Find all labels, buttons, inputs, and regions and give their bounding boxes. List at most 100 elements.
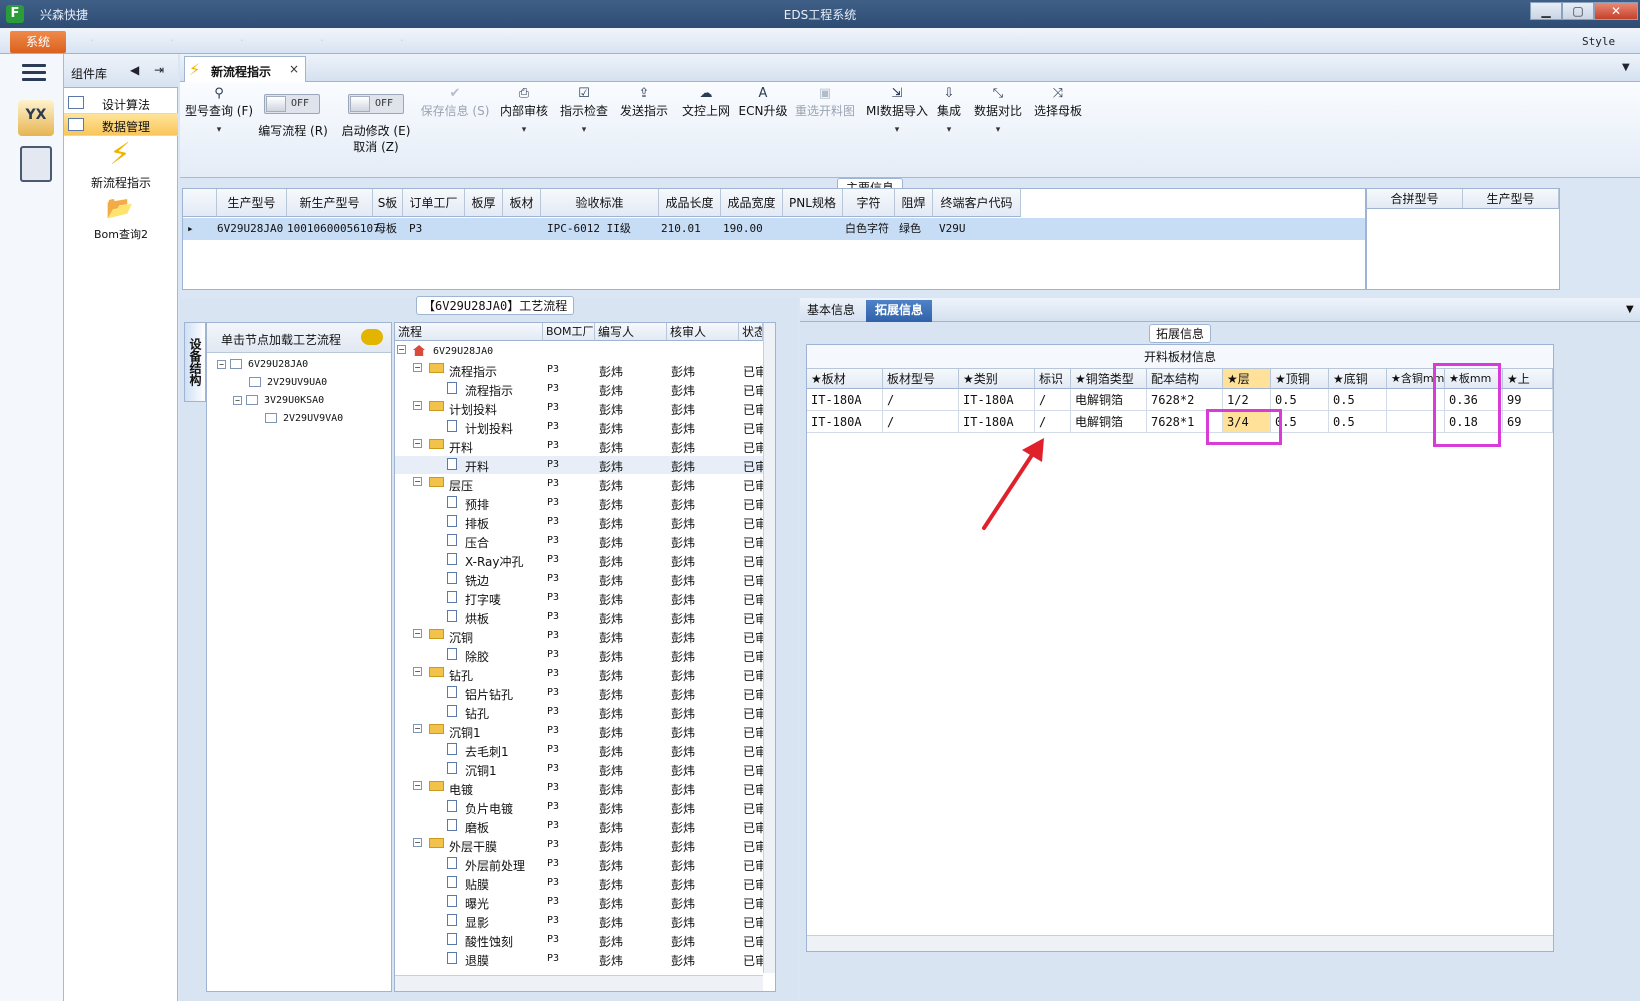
- cell-new-model[interactable]: 10010600056107: [287, 219, 380, 239]
- column-header[interactable]: ★板材: [807, 369, 883, 389]
- material-cell[interactable]: 0.5: [1329, 389, 1387, 411]
- column-header[interactable]: BOM工厂: [543, 323, 595, 341]
- collapse-icon[interactable]: −: [413, 781, 422, 790]
- tree-step-row[interactable]: 磨板 P3 彭炜 彭炜 已审核: [395, 817, 765, 835]
- material-cell[interactable]: /: [1035, 411, 1071, 433]
- material-cell[interactable]: IT-180A: [807, 411, 883, 433]
- column-header[interactable]: 板材: [503, 189, 541, 217]
- tree-step-row[interactable]: 负片电镀 P3 彭炜 彭炜 已审核: [395, 798, 765, 816]
- column-header[interactable]: 阻焊: [895, 189, 933, 217]
- checkbox-icon[interactable]: [265, 413, 277, 423]
- tree-step-row[interactable]: 烘板 P3 彭炜 彭炜 已审核: [395, 608, 765, 626]
- column-header[interactable]: ★底铜: [1329, 369, 1387, 389]
- tree-folder-row[interactable]: − 沉铜1 P3 彭炜 彭炜 已审核: [395, 722, 765, 740]
- save-info-button[interactable]: ✔ 保存信息 (S): [420, 86, 490, 119]
- tree-step-row[interactable]: 外层前处理 P3 彭炜 彭炜 已审核: [395, 855, 765, 873]
- collapse-icon[interactable]: −: [413, 667, 422, 676]
- minimize-button[interactable]: ▁: [1530, 2, 1562, 20]
- send-indication-button[interactable]: ⇪ 发送指示: [616, 86, 672, 119]
- column-header[interactable]: S板: [373, 189, 403, 217]
- data-compare-button[interactable]: ⤡ 数据对比 ▾: [972, 86, 1024, 135]
- column-header[interactable]: 订单工厂: [403, 189, 465, 217]
- menu-item[interactable]: ·: [320, 34, 324, 47]
- side-tab-equipment[interactable]: 设备结构: [184, 322, 206, 402]
- cell-standard[interactable]: IPC-6012 II级: [547, 219, 631, 239]
- material-cell[interactable]: 69: [1503, 411, 1553, 433]
- column-header[interactable]: 验收标准: [541, 189, 659, 217]
- tree-step-row[interactable]: 酸性蚀刻 P3 彭炜 彭炜 已审核: [395, 931, 765, 949]
- collapse-icon[interactable]: −: [217, 359, 226, 369]
- cell-model[interactable]: 6V29U28JA0: [217, 219, 283, 239]
- cell-solder-mask[interactable]: 绿色: [899, 219, 921, 239]
- cell-character[interactable]: 白色字符: [845, 219, 889, 239]
- material-cell[interactable]: 电解铜箔: [1071, 389, 1147, 411]
- tree-step-row[interactable]: 压合 P3 彭炜 彭炜 已审核: [395, 532, 765, 550]
- chat-bubble-icon[interactable]: [361, 329, 383, 345]
- cell-customer-code[interactable]: V29U: [939, 219, 966, 239]
- calculator-icon[interactable]: [20, 146, 52, 182]
- tree-step-row[interactable]: 去毛刺1 P3 彭炜 彭炜 已审核: [395, 741, 765, 759]
- column-header[interactable]: 合拼型号: [1367, 189, 1463, 209]
- tree-step-row[interactable]: 预排 P3 彭炜 彭炜 已审核: [395, 494, 765, 512]
- column-header-layer[interactable]: ★层: [1223, 369, 1271, 389]
- column-header[interactable]: ★上: [1503, 369, 1553, 389]
- material-cell[interactable]: 电解铜箔: [1071, 411, 1147, 433]
- material-cell[interactable]: 99: [1503, 389, 1553, 411]
- collapse-icon[interactable]: −: [413, 439, 422, 448]
- tab-new-flow-indication[interactable]: ⚡ 新流程指示 ×: [184, 56, 306, 82]
- reselect-cut-button[interactable]: ▣ 重选开料图: [792, 86, 858, 119]
- tab-close-icon[interactable]: ×: [289, 62, 299, 76]
- tree-row-root[interactable]: − 6V29U28JA0: [395, 343, 765, 361]
- internal-review-button[interactable]: ⎙ 内部审核 ▾: [496, 86, 552, 135]
- material-cell[interactable]: IT-180A: [959, 411, 1035, 433]
- column-header[interactable]: 板厚: [465, 189, 503, 217]
- panel-menu-icon[interactable]: ▼: [1626, 304, 1634, 315]
- column-header[interactable]: 生产型号: [1463, 189, 1559, 209]
- tree-step-row[interactable]: 显影 P3 彭炜 彭炜 已审核: [395, 912, 765, 930]
- tree-step-row[interactable]: 退膜 P3 彭炜 彭炜 已审核: [395, 950, 765, 968]
- tree-folder-row[interactable]: − 钻孔 P3 彭炜 彭炜 已审核: [395, 665, 765, 683]
- tab-basic-info[interactable]: 基本信息: [802, 300, 860, 322]
- cell-factory[interactable]: P3: [409, 219, 422, 239]
- column-header[interactable]: 板材型号: [883, 369, 959, 389]
- tree-step-row[interactable]: X-Ray冲孔 P3 彭炜 彭炜 已审核: [395, 551, 765, 569]
- lightning-icon[interactable]: ⚡: [106, 138, 134, 172]
- start-edit-toggle[interactable]: OFF: [348, 94, 404, 114]
- tree-folder-row[interactable]: − 层压 P3 彭炜 彭炜 已审核: [395, 475, 765, 493]
- column-header[interactable]: 生产型号: [217, 189, 287, 217]
- tree-node[interactable]: − 6V29U28JA0: [217, 359, 308, 370]
- column-header[interactable]: 配本结构: [1147, 369, 1223, 389]
- collapse-icon[interactable]: −: [413, 401, 422, 410]
- column-header[interactable]: 新生产型号: [287, 189, 373, 217]
- column-header[interactable]: 核审人: [667, 323, 739, 341]
- collapse-icon[interactable]: −: [233, 395, 242, 405]
- pin-panel-icon[interactable]: ⇥: [154, 63, 164, 77]
- tree-step-row[interactable]: 贴膜 P3 彭炜 彭炜 已审核: [395, 874, 765, 892]
- column-header[interactable]: 字符: [843, 189, 895, 217]
- hamburger-menu-icon[interactable]: [22, 64, 46, 84]
- cancel-button[interactable]: 取消 (Z): [340, 138, 412, 155]
- tree-step-row[interactable]: 沉铜1 P3 彭炜 彭炜 已审核: [395, 760, 765, 778]
- collapse-left-icon[interactable]: ◀: [130, 63, 139, 77]
- folder-icon[interactable]: 📂: [106, 196, 134, 221]
- tree-step-row[interactable]: 计划投料 P3 彭炜 彭炜 已审核: [395, 418, 765, 436]
- tree-step-row[interactable]: 铣边 P3 彭炜 彭炜 已审核: [395, 570, 765, 588]
- tile-label-new-flow[interactable]: 新流程指示: [64, 174, 178, 191]
- vertical-scrollbar[interactable]: [763, 323, 775, 973]
- collapse-icon[interactable]: −: [413, 724, 422, 733]
- menu-item[interactable]: ·: [170, 34, 174, 47]
- tree-step-row[interactable]: 铝片钻孔 P3 彭炜 彭炜 已审核: [395, 684, 765, 702]
- cell-length[interactable]: 210.01: [661, 219, 701, 239]
- collapse-icon[interactable]: −: [413, 363, 422, 372]
- tree-step-row[interactable]: 钻孔 P3 彭炜 彭炜 已审核: [395, 703, 765, 721]
- horizontal-scrollbar[interactable]: [395, 975, 763, 991]
- file-upload-button[interactable]: ☁ 文控上网: [678, 86, 734, 119]
- tab-menu-icon[interactable]: ▼: [1622, 62, 1630, 73]
- cell-width[interactable]: 190.00: [723, 219, 763, 239]
- cell-s-board[interactable]: 母板: [375, 219, 397, 239]
- tree-step-row[interactable]: 曝光 P3 彭炜 彭炜 已审核: [395, 893, 765, 911]
- menu-item[interactable]: ·: [400, 34, 404, 47]
- library-item-data-management[interactable]: 数据管理: [64, 114, 178, 136]
- tree-step-row[interactable]: 流程指示 P3 彭炜 彭炜 已审核: [395, 380, 765, 398]
- model-query-button[interactable]: ⚲ 型号查询 (F) ▾: [184, 86, 254, 135]
